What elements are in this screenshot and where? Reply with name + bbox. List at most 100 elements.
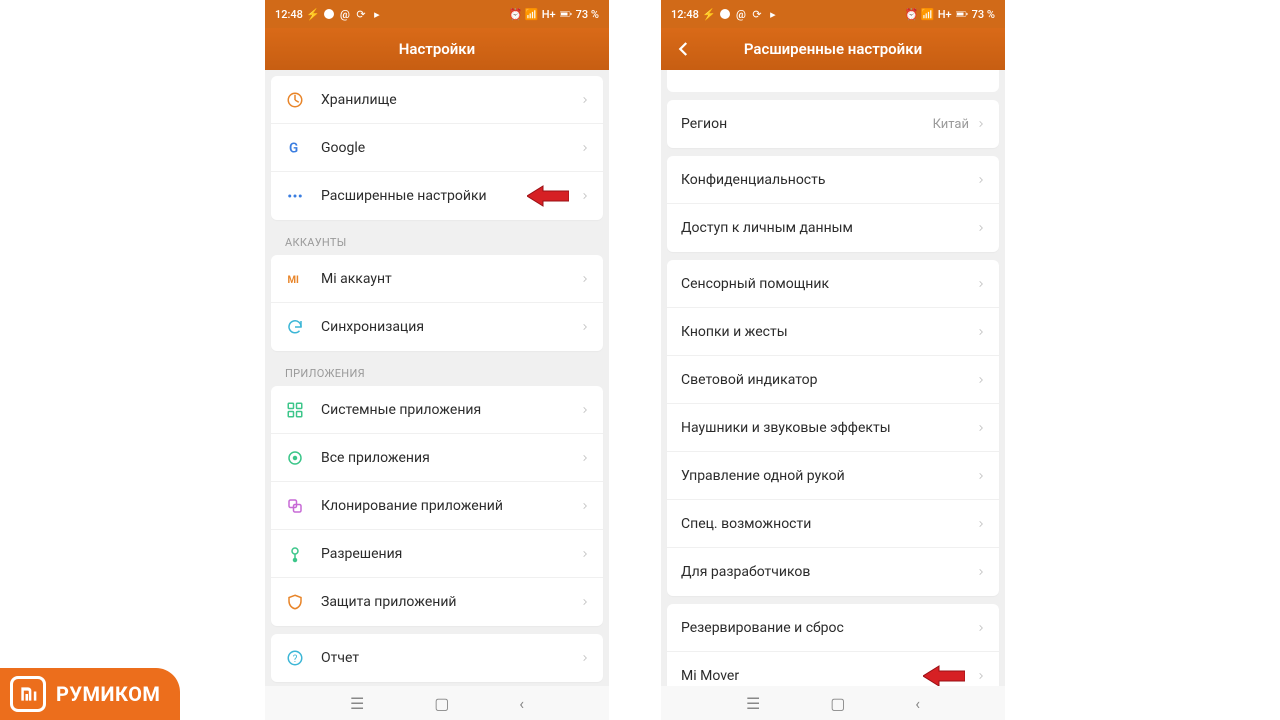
settings-group: РегионКитай	[667, 100, 999, 148]
chevron-right-icon	[977, 669, 985, 683]
chevron-right-icon	[581, 93, 589, 107]
chevron-right-icon	[977, 621, 985, 635]
row-label: Конфиденциальность	[681, 172, 977, 188]
chevron-right-icon	[581, 403, 589, 417]
telegram-icon	[719, 8, 731, 20]
battery-icon	[956, 8, 968, 20]
settings-row[interactable]: Mi Mover	[667, 652, 999, 686]
page-title: Настройки	[399, 40, 475, 58]
signal-icon: 📶	[526, 8, 538, 20]
status-time: 12:48	[275, 8, 303, 21]
settings-row[interactable]: Резервирование и сброс	[667, 604, 999, 652]
row-label: Клонирование приложений	[321, 498, 581, 514]
nav-home-icon[interactable]: ▢	[434, 694, 449, 713]
apps-icon	[285, 400, 305, 420]
settings-row[interactable]: Расширенные настройки	[271, 172, 603, 220]
settings-row[interactable]: MI Mi аккаунт	[271, 255, 603, 303]
settings-row[interactable]: Клонирование приложений	[271, 482, 603, 530]
settings-row[interactable]: Доступ к личным данным	[667, 204, 999, 252]
row-label: Регион	[681, 116, 933, 132]
nav-home-icon[interactable]: ▢	[830, 694, 845, 713]
settings-group: MI Mi аккаунт Синхронизация	[271, 255, 603, 351]
mi-icon: MI	[285, 269, 305, 289]
settings-row[interactable]: РегионКитай	[667, 100, 999, 148]
row-label: Системные приложения	[321, 402, 581, 418]
row-label: Все приложения	[321, 450, 581, 466]
nav-recent-icon[interactable]: ☰	[746, 694, 760, 713]
page-title: Расширенные настройки	[744, 40, 922, 58]
logo-icon	[10, 676, 46, 712]
play-icon: ▸	[767, 8, 779, 20]
chevron-right-icon	[977, 565, 985, 579]
settings-row[interactable]: Синхронизация	[271, 303, 603, 351]
nav-back-icon[interactable]: ‹	[915, 694, 920, 713]
nav-recent-icon[interactable]: ☰	[350, 694, 364, 713]
row-label: Для разработчиков	[681, 564, 977, 580]
chevron-right-icon	[581, 547, 589, 561]
settings-row[interactable]: Системные приложения	[271, 386, 603, 434]
settings-row[interactable]: Наушники и звуковые эффекты	[667, 404, 999, 452]
chevron-right-icon	[581, 595, 589, 609]
row-label: Расширенные настройки	[321, 188, 581, 204]
row-label: Отчет	[321, 650, 581, 666]
back-button[interactable]	[675, 40, 693, 58]
svg-text:?: ?	[293, 654, 298, 665]
row-label: Спец. возможности	[681, 516, 977, 532]
settings-row[interactable]: Световой индикатор	[667, 356, 999, 404]
settings-row[interactable]: Для разработчиков	[667, 548, 999, 596]
chevron-right-icon	[977, 421, 985, 435]
report-icon: ?	[285, 648, 305, 668]
settings-row[interactable]: Кнопки и жесты	[667, 308, 999, 356]
row-label: Доступ к личным данным	[681, 220, 977, 236]
google-icon: G	[285, 138, 305, 158]
settings-row[interactable]: G Google	[271, 124, 603, 172]
status-battery: 73 %	[576, 8, 599, 21]
chevron-right-icon	[581, 320, 589, 334]
settings-row[interactable]: Спец. возможности	[667, 500, 999, 548]
alarm-icon: ⏰	[510, 8, 522, 20]
settings-row[interactable]: Конфиденциальность	[667, 156, 999, 204]
settings-group: Хранилище G Google Расширенные настройки	[271, 76, 603, 220]
settings-group: ? Отчет	[271, 634, 603, 682]
chevron-right-icon	[581, 272, 589, 286]
status-battery: 73 %	[972, 8, 995, 21]
header: Расширенные настройки	[661, 28, 1005, 70]
bolt-icon: ⚡	[703, 8, 715, 20]
play-icon: ▸	[371, 8, 383, 20]
clone-icon	[285, 496, 305, 516]
chevron-right-icon	[581, 451, 589, 465]
status-bar: 12:48 ⚡ @ ⟳ ▸ ⏰ 📶 H+ 73 %	[265, 0, 609, 28]
at-icon: @	[339, 8, 351, 20]
settings-row[interactable]: Защита приложений	[271, 578, 603, 626]
status-time: 12:48	[671, 8, 699, 21]
alarm-icon: ⏰	[906, 8, 918, 20]
settings-row[interactable]: Все приложения	[271, 434, 603, 482]
telegram-icon	[323, 8, 335, 20]
at-icon: @	[735, 8, 747, 20]
row-label: Управление одной рукой	[681, 468, 977, 484]
chevron-right-icon	[977, 469, 985, 483]
row-label: Резервирование и сброс	[681, 620, 977, 636]
row-label: Хранилище	[321, 92, 581, 108]
row-label: Mi аккаунт	[321, 271, 581, 287]
row-label: Google	[321, 140, 581, 156]
shield-icon	[285, 592, 305, 612]
row-label: Световой индикатор	[681, 372, 977, 388]
settings-row[interactable]: Разрешения	[271, 530, 603, 578]
chevron-right-icon	[977, 325, 985, 339]
settings-group: Сенсорный помощник Кнопки и жесты Световой…	[667, 260, 999, 596]
partial-row	[667, 70, 999, 92]
perm-icon	[285, 544, 305, 564]
settings-group: Резервирование и сброс Mi Mover	[667, 604, 999, 686]
nav-back-icon[interactable]: ‹	[519, 694, 524, 713]
row-label: Сенсорный помощник	[681, 276, 977, 292]
more-icon	[285, 186, 305, 206]
row-label: Mi Mover	[681, 668, 977, 684]
headset-icon: ⟳	[355, 8, 367, 20]
chevron-right-icon	[977, 117, 985, 131]
settings-row[interactable]: Управление одной рукой	[667, 452, 999, 500]
settings-row[interactable]: Хранилище	[271, 76, 603, 124]
settings-row[interactable]: Сенсорный помощник	[667, 260, 999, 308]
settings-row[interactable]: ? Отчет	[271, 634, 603, 682]
storage-icon	[285, 90, 305, 110]
